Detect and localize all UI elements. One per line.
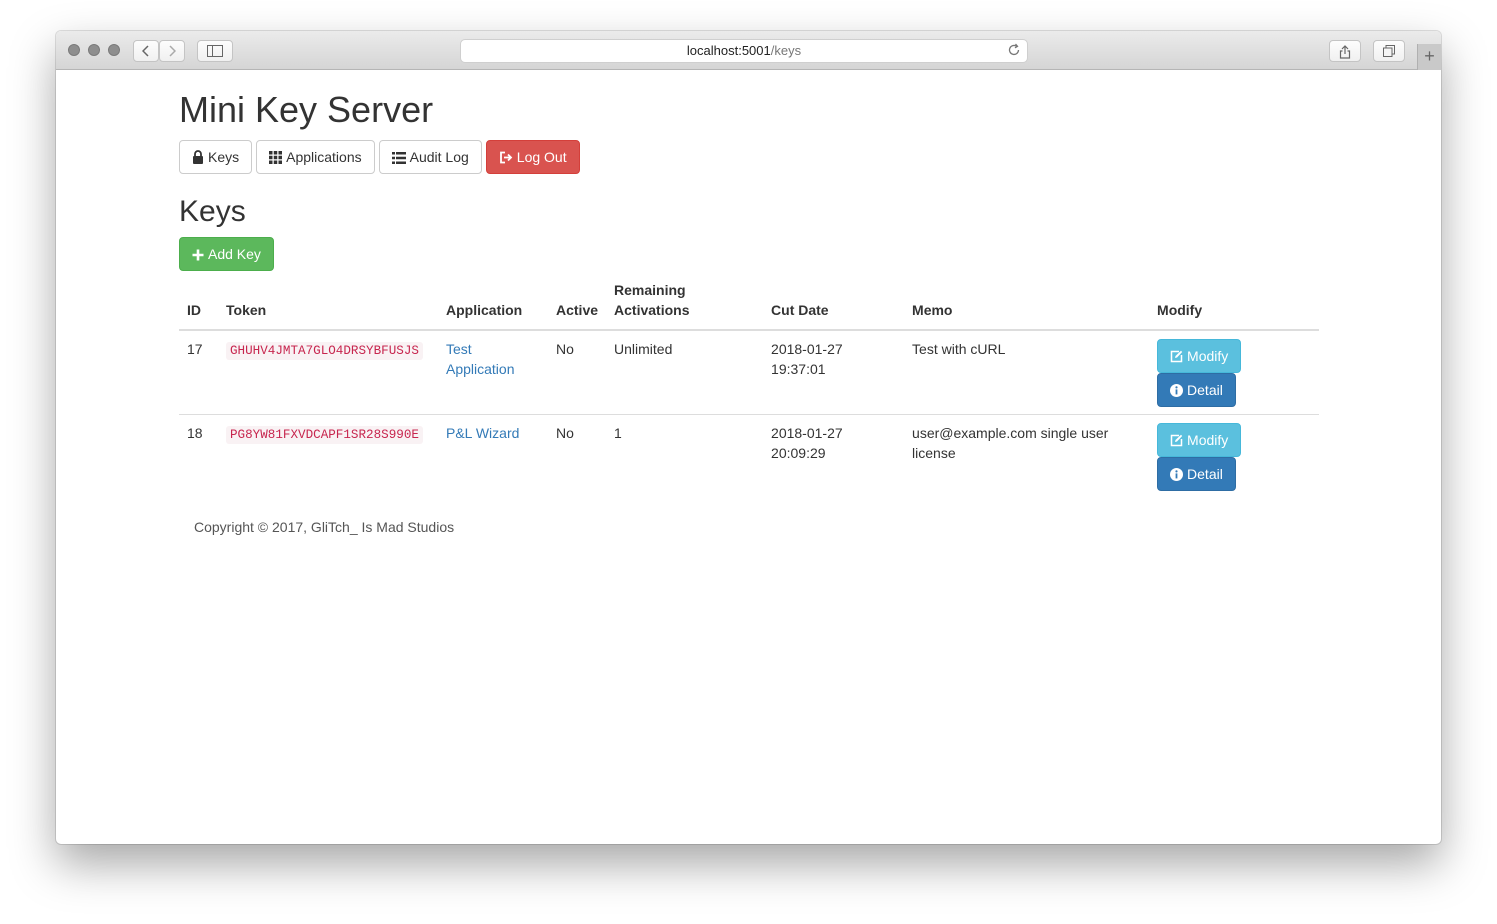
browser-window: localhost:5001/keys + Mini Key Server Ke… xyxy=(56,31,1441,844)
page-title: Mini Key Server xyxy=(179,89,434,130)
token-code: PG8YW81FXVDCAPF1SR28S990E xyxy=(226,426,423,444)
row-actions: Modify Detail xyxy=(1157,423,1311,491)
header-remaining-line2: Activations xyxy=(614,302,690,318)
top-nav: Keys Applications Audit Log Log Out xyxy=(179,140,580,174)
add-key-label: Add Key xyxy=(208,246,261,262)
nav-keys-label: Keys xyxy=(208,149,240,165)
detail-label: Detail xyxy=(1187,382,1223,398)
application-line2: Application xyxy=(446,361,515,377)
cell-modify: Modify Detail xyxy=(1149,330,1319,415)
info-icon xyxy=(1170,468,1184,481)
nav-audit-log-button[interactable]: Audit Log xyxy=(378,140,482,174)
application-line1: Test xyxy=(446,341,472,357)
detail-button[interactable]: Detail xyxy=(1157,373,1236,407)
edit-icon xyxy=(1170,434,1183,447)
memo-line1: user@example.com single user xyxy=(912,425,1109,441)
keys-table: ID Token Application Active Remaining Act… xyxy=(179,280,1319,498)
cell-token: GHUHV4JMTA7GLO4DRSYBFUSJS xyxy=(218,330,438,415)
token-code: GHUHV4JMTA7GLO4DRSYBFUSJS xyxy=(226,342,423,360)
sidebar-icon xyxy=(207,45,223,57)
table-header-row: ID Token Application Active Remaining Act… xyxy=(179,280,1319,331)
header-id: ID xyxy=(179,280,218,331)
header-remaining-activations: Remaining Activations xyxy=(606,280,764,331)
address-bar[interactable]: localhost:5001/keys xyxy=(460,39,1028,63)
cell-cut-date: 2018-01-27 20:09:29 xyxy=(763,414,905,498)
modify-label: Modify xyxy=(1187,348,1229,364)
cut-time: 19:37:01 xyxy=(771,361,826,377)
cell-id: 17 xyxy=(187,341,203,357)
table-row: 17 GHUHV4JMTA7GLO4DRSYBFUSJS Test Applica… xyxy=(179,330,1319,415)
edit-icon xyxy=(1170,350,1183,363)
share-icon xyxy=(1339,45,1351,59)
browser-toolbar: localhost:5001/keys + xyxy=(56,31,1441,70)
chevron-left-icon xyxy=(142,45,149,57)
list-icon xyxy=(391,152,406,164)
memo-line1: Test with cURL xyxy=(912,341,1006,357)
cell-token: PG8YW81FXVDCAPF1SR28S990E xyxy=(218,414,438,498)
zoom-window-button[interactable] xyxy=(108,44,120,56)
cell-application: Test Application xyxy=(438,330,548,415)
log-out-icon xyxy=(499,151,513,164)
nav-applications-label: Applications xyxy=(286,149,362,165)
cell-id: 18 xyxy=(179,414,218,498)
cut-date: 2018-01-27 xyxy=(771,425,843,441)
header-active: Active xyxy=(548,280,607,331)
log-out-button[interactable]: Log Out xyxy=(485,140,580,174)
page-content: Mini Key Server Keys Applications Audit … xyxy=(56,71,1441,844)
share-button[interactable] xyxy=(1329,40,1361,62)
nav-audit-log-label: Audit Log xyxy=(409,149,469,165)
application-link[interactable]: Test Application xyxy=(446,341,515,377)
cell-modify: Modify Detail xyxy=(1149,414,1319,498)
tabs-overview-button[interactable] xyxy=(1373,40,1405,62)
cell-active: No xyxy=(556,341,574,357)
cell-memo: Test with cURL xyxy=(904,330,1149,415)
header-remaining-line1: Remaining xyxy=(614,282,686,298)
cell-active: No xyxy=(548,414,607,498)
cut-date: 2018-01-27 xyxy=(771,341,843,357)
row-actions: Modify Detail xyxy=(1157,339,1311,407)
new-tab-button[interactable]: + xyxy=(1417,44,1441,70)
nav-applications-button[interactable]: Applications xyxy=(256,140,375,174)
nav-keys-button[interactable]: Keys xyxy=(179,140,253,174)
grid-icon xyxy=(269,151,283,164)
header-application: Application xyxy=(438,280,548,331)
lock-icon xyxy=(193,150,203,164)
cell-remaining: 1 xyxy=(606,414,764,498)
section-title: Keys xyxy=(179,195,246,228)
cell-memo: user@example.com single user license xyxy=(904,414,1150,498)
sidebar-toggle-button[interactable] xyxy=(197,40,233,62)
table-row: 18 PG8YW81FXVDCAPF1SR28S990E P&L Wizard … xyxy=(179,414,1319,498)
modify-button[interactable]: Modify xyxy=(1157,339,1242,373)
back-button[interactable] xyxy=(133,40,159,62)
cell-cut-date: 2018-01-27 19:37:01 xyxy=(763,330,904,415)
cut-time: 20:09:29 xyxy=(771,445,826,461)
url-path: /keys xyxy=(770,43,802,58)
header-modify: Modify xyxy=(1149,280,1319,331)
detail-label: Detail xyxy=(1187,466,1223,482)
url-host: localhost:5001 xyxy=(686,43,771,58)
application-link[interactable]: P&L Wizard xyxy=(446,425,519,441)
header-cut-date: Cut Date xyxy=(763,280,905,331)
detail-button[interactable]: Detail xyxy=(1157,457,1236,491)
info-icon xyxy=(1170,384,1184,397)
minimize-window-button[interactable] xyxy=(88,44,100,56)
chevron-right-icon xyxy=(169,45,176,57)
add-key-button[interactable]: Add Key xyxy=(179,237,274,271)
footer-copyright: Copyright © 2017, GliTch_ Is Mad Studios xyxy=(194,519,455,535)
memo-line2: license xyxy=(912,445,956,461)
cell-remaining: Unlimited xyxy=(614,341,673,357)
header-memo: Memo xyxy=(904,280,1150,331)
tabs-icon xyxy=(1383,45,1395,57)
log-out-label: Log Out xyxy=(516,149,567,165)
cell-application: P&L Wizard xyxy=(438,414,548,498)
close-window-button[interactable] xyxy=(68,44,80,56)
plus-icon xyxy=(192,249,204,261)
reload-icon[interactable] xyxy=(1007,43,1021,57)
forward-button[interactable] xyxy=(159,40,185,62)
header-token: Token xyxy=(218,280,438,331)
modify-label: Modify xyxy=(1187,432,1229,448)
modify-button[interactable]: Modify xyxy=(1157,423,1242,457)
application-line1: P&L Wizard xyxy=(446,425,520,441)
